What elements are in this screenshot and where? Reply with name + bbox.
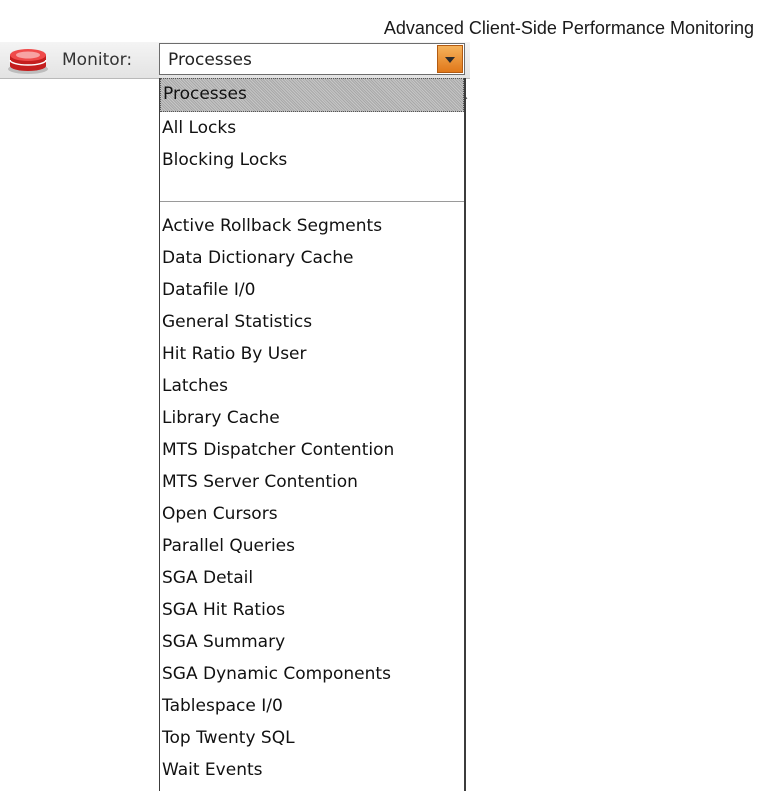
monitor-toolbar: Monitor: Processes: [0, 42, 470, 79]
list-item[interactable]: Library Cache: [160, 402, 464, 434]
list-item[interactable]: Top Twenty SQL: [160, 722, 464, 754]
list-item-all-locks[interactable]: All Locks: [160, 112, 464, 144]
list-item[interactable]: SGA Hit Ratios: [160, 594, 464, 626]
list-separator: [160, 201, 464, 202]
list-item[interactable]: Datafile I/0: [160, 274, 464, 306]
list-item[interactable]: SGA Summary: [160, 626, 464, 658]
list-item[interactable]: SGA Dynamic Components: [160, 658, 464, 690]
monitor-dropdown-list: Processes All Locks Blocking Locks Activ…: [159, 78, 466, 791]
list-item[interactable]: Wait Events: [160, 754, 464, 786]
list-item[interactable]: Open Cursors: [160, 498, 464, 530]
list-item[interactable]: SGA Detail: [160, 562, 464, 594]
list-item-blocking-locks[interactable]: Blocking Locks: [160, 144, 464, 176]
list-item[interactable]: Tablespace I/0: [160, 690, 464, 722]
list-item[interactable]: Active Rollback Segments: [160, 210, 464, 242]
database-icon[interactable]: [6, 45, 50, 75]
list-item[interactable]: MTS Dispatcher Contention: [160, 434, 464, 466]
list-item-processes[interactable]: Processes: [160, 78, 464, 112]
list-item[interactable]: Latches: [160, 370, 464, 402]
list-item[interactable]: Hit Ratio By User: [160, 338, 464, 370]
monitor-select-value: Processes: [168, 50, 252, 70]
list-item[interactable]: MTS Server Contention: [160, 466, 464, 498]
dropdown-arrow-icon[interactable]: [437, 45, 463, 73]
list-item[interactable]: Data Dictionary Cache: [160, 242, 464, 274]
page-caption: Advanced Client-Side Performance Monitor…: [383, 18, 754, 38]
list-item[interactable]: General Statistics: [160, 306, 464, 338]
monitor-select[interactable]: Processes: [159, 43, 465, 75]
list-item[interactable]: Parallel Queries: [160, 530, 464, 562]
monitor-label: Monitor:: [62, 50, 133, 70]
